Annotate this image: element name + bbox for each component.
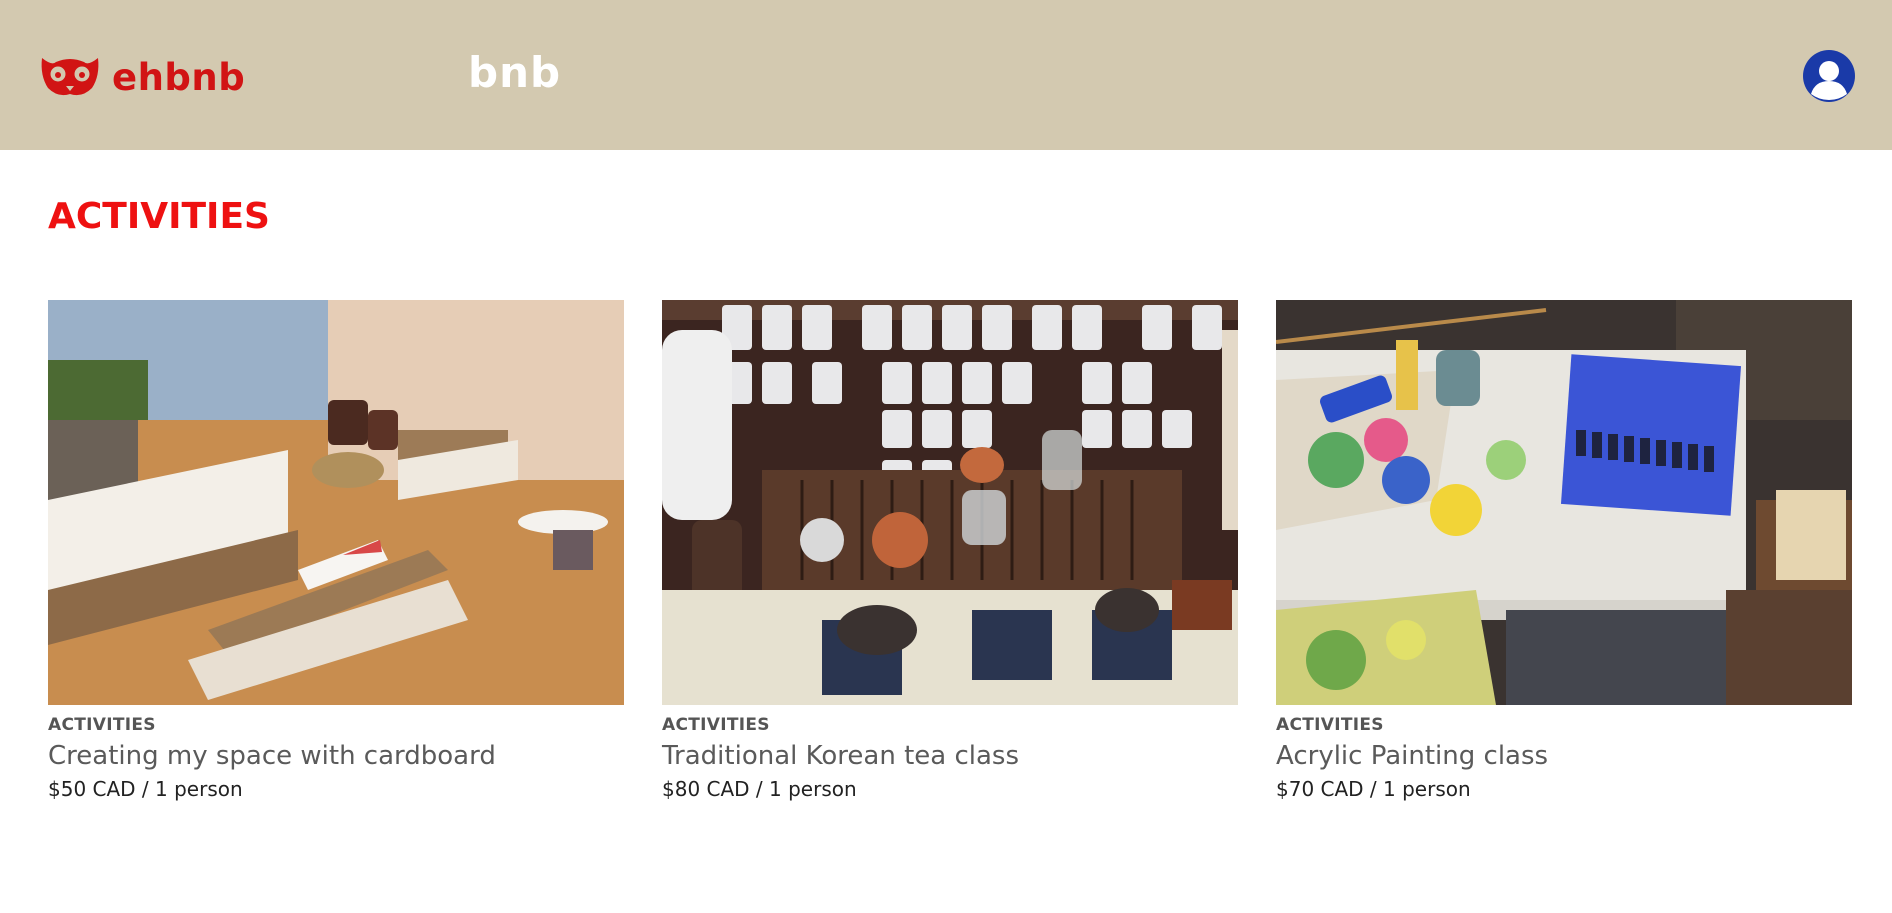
cardboard-furniture-photo [48, 300, 624, 705]
activity-card[interactable]: ACTIVITIES Creating my space with cardbo… [48, 300, 624, 801]
card-price: $80 CAD / 1 person [662, 777, 857, 801]
card-category: ACTIVITIES [662, 715, 770, 735]
header-title: bnb [468, 48, 562, 97]
card-title[interactable]: Traditional Korean tea class [662, 741, 1238, 771]
logo-text: ehbnb [112, 56, 246, 99]
card-title[interactable]: Creating my space with cardboard [48, 741, 624, 771]
activity-card[interactable]: ACTIVITIES Traditional Korean tea class … [662, 300, 1238, 801]
card-price: $70 CAD / 1 person [1276, 777, 1471, 801]
tea-set-photo [662, 300, 1238, 705]
top-header: ehbnb bnb [0, 0, 1892, 150]
user-avatar-icon [1803, 50, 1855, 102]
activity-card[interactable]: ACTIVITIES Acrylic Painting class $70 CA… [1276, 300, 1852, 801]
user-avatar-button[interactable] [1803, 50, 1855, 102]
card-category: ACTIVITIES [48, 715, 156, 735]
card-title[interactable]: Acrylic Painting class [1276, 741, 1852, 771]
card-price: $50 CAD / 1 person [48, 777, 243, 801]
home-logo-link[interactable]: ehbnb [38, 52, 245, 103]
section-title: ACTIVITIES [48, 196, 270, 237]
owl-glasses-icon [38, 52, 102, 103]
acrylic-painting-photo [1276, 300, 1852, 705]
activity-card-list: ACTIVITIES Creating my space with cardbo… [48, 300, 1852, 801]
card-category: ACTIVITIES [1276, 715, 1384, 735]
